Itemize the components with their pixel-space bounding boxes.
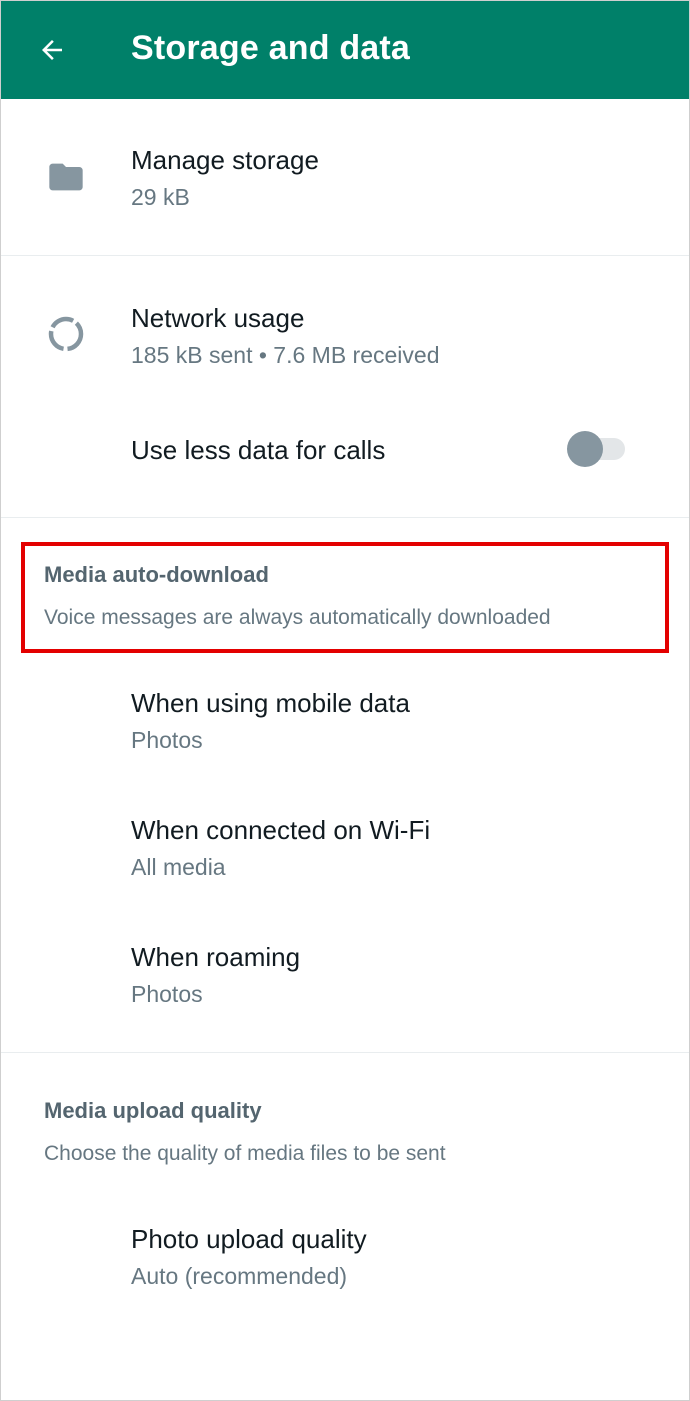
mobile-data-label: When using mobile data [131,688,410,718]
folder-icon [41,152,91,202]
photo-upload-quality-label: Photo upload quality [131,1224,367,1254]
divider [1,517,689,518]
media-upload-quality-title: Media upload quality [44,1098,262,1123]
network-usage-label: Network usage [131,303,305,333]
less-data-calls-label: Use less data for calls [131,435,386,465]
back-button[interactable] [27,25,77,75]
network-usage-value: 185 kB sent • 7.6 MB received [131,342,440,368]
wifi-label: When connected on Wi-Fi [131,815,431,845]
screen: Storage and data Manage storage 29 kB Ne… [0,0,690,1401]
manage-storage-value: 29 kB [131,184,190,210]
app-bar: Storage and data [1,1,689,99]
mobile-data-item[interactable]: When using mobile data Photos [1,661,689,789]
less-data-calls-toggle[interactable] [565,429,627,469]
wifi-value: All media [131,854,226,880]
roaming-label: When roaming [131,942,301,972]
manage-storage-label: Manage storage [131,145,319,175]
roaming-value: Photos [131,981,203,1007]
photo-upload-quality-item[interactable]: Photo upload quality Auto (recommended) [1,1197,689,1325]
mobile-data-value: Photos [131,727,203,753]
highlight-box [21,542,669,653]
data-usage-icon [41,309,91,359]
arrow-left-icon [42,40,62,60]
roaming-item[interactable]: When roaming Photos [1,917,689,1051]
toggle-thumb [567,431,603,467]
manage-storage-item[interactable]: Manage storage 29 kB [1,99,689,255]
network-usage-item[interactable]: Network usage 185 kB sent • 7.6 MB recei… [1,256,689,406]
divider [1,1052,689,1053]
photo-upload-quality-value: Auto (recommended) [131,1263,348,1289]
media-upload-quality-subtitle: Choose the quality of media files to be … [44,1142,446,1165]
wifi-item[interactable]: When connected on Wi-Fi All media [1,789,689,917]
page-title: Storage and data [131,29,411,67]
